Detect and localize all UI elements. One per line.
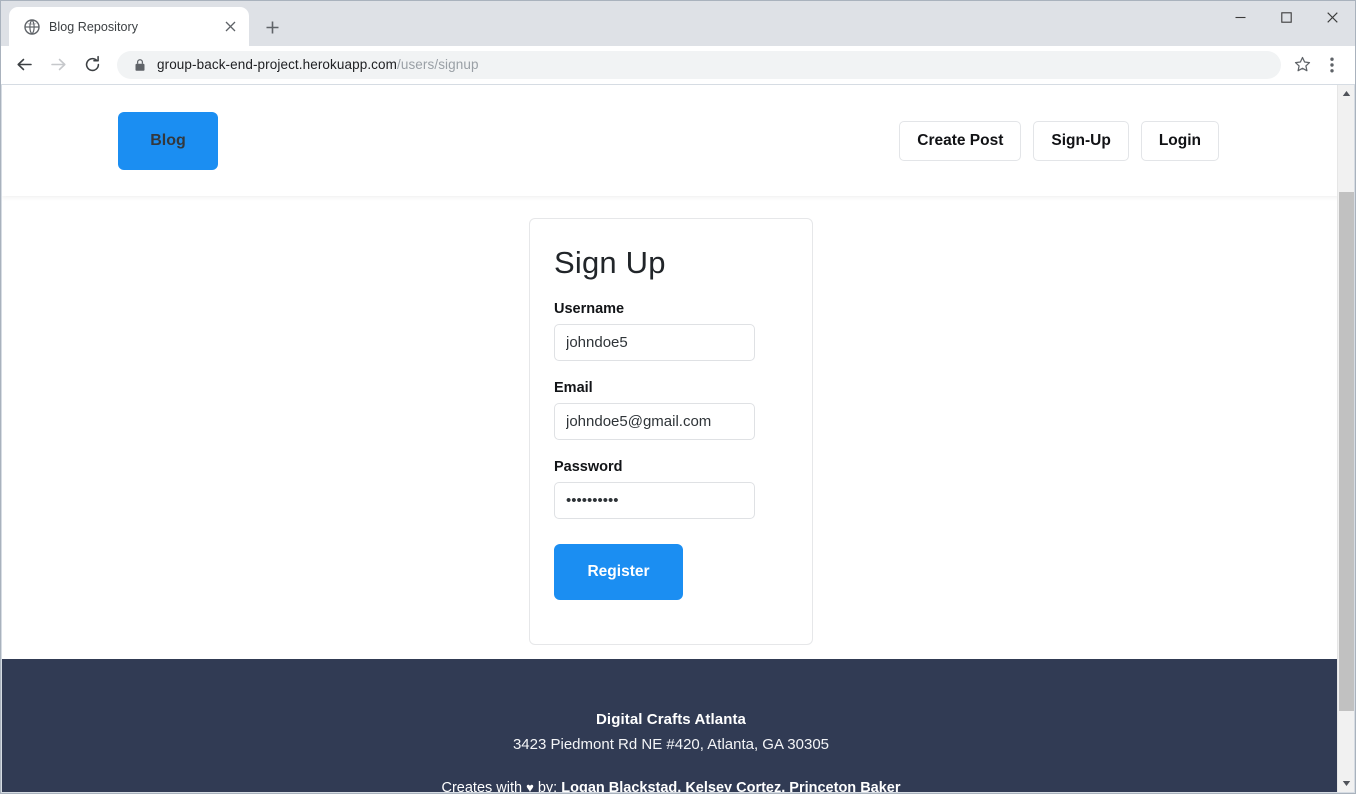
nav-label: Login [1158, 131, 1201, 149]
close-window-button[interactable] [1309, 1, 1355, 34]
lock-icon [131, 58, 149, 72]
username-field-group: Username [554, 301, 788, 361]
heart-icon: ♥ [526, 780, 534, 792]
main-content: Sign Up Username Email Password [2, 196, 1340, 659]
footer-address: 3423 Piedmont Rd NE #420, Atlanta, GA 30… [512, 736, 830, 753]
new-tab-button[interactable] [257, 12, 287, 42]
password-label: Password [554, 458, 623, 475]
window-controls [1217, 1, 1355, 34]
scroll-down-arrow-icon[interactable] [1338, 775, 1354, 792]
minimize-button[interactable] [1217, 1, 1263, 34]
globe-icon [23, 18, 40, 35]
password-field-group: Password [554, 459, 788, 519]
page-viewport: Blog Create Post Sign-Up Login Sign Up U… [2, 85, 1354, 792]
register-button[interactable]: Register [554, 543, 683, 600]
tab-title: Blog Repository [49, 19, 138, 34]
email-field-group: Email [554, 380, 788, 440]
url-text: group-back-end-project.herokuapp.com/use… [149, 57, 1275, 72]
brand-label: Blog [150, 131, 186, 149]
username-input[interactable] [554, 323, 755, 361]
email-label: Email [554, 379, 593, 396]
credits-by: by: [533, 780, 562, 792]
page-content: Blog Create Post Sign-Up Login Sign Up U… [2, 85, 1340, 792]
nav-login-button[interactable]: Login [1140, 120, 1219, 161]
nav-label: Create Post [917, 131, 1004, 149]
back-arrow-icon[interactable] [7, 48, 41, 82]
password-input[interactable] [554, 481, 755, 519]
email-input[interactable] [554, 402, 755, 440]
register-label: Register [587, 562, 650, 580]
scroll-up-arrow-icon[interactable] [1338, 85, 1354, 102]
address-bar[interactable]: group-back-end-project.herokuapp.com/use… [117, 50, 1281, 79]
credits-prefix: Creates with [441, 780, 527, 792]
url-path: /users/signup [396, 57, 479, 72]
site-header: Blog Create Post Sign-Up Login [2, 85, 1340, 196]
footer-credits: Creates with ♥ by: Logan Blackstad, Kels… [2, 780, 1340, 792]
browser-tab[interactable]: Blog Repository [9, 7, 249, 46]
nav-label: Sign-Up [1051, 131, 1111, 149]
forward-arrow-icon [41, 48, 75, 82]
url-domain: group-back-end-project.herokuapp.com [157, 57, 397, 72]
star-icon[interactable] [1287, 50, 1317, 80]
nav-sign-up-button[interactable]: Sign-Up [1033, 120, 1129, 161]
page-title: Sign Up [554, 245, 666, 280]
scrollbar-thumb[interactable] [1339, 192, 1354, 711]
username-label: Username [554, 300, 625, 317]
three-dot-menu-icon[interactable] [1317, 50, 1347, 80]
site-footer: Digital Crafts Atlanta 3423 Piedmont Rd … [2, 659, 1340, 792]
site-nav: Create Post Sign-Up Login [899, 120, 1219, 161]
nav-create-post-button[interactable]: Create Post [899, 120, 1022, 161]
browser-window: Blog Repository group-back-end-project.h… [0, 0, 1356, 794]
brand-blog-button[interactable]: Blog [118, 111, 218, 170]
credits-names: Logan Blackstad, Kelsey Cortez, Princeto… [561, 780, 901, 792]
close-tab-icon[interactable] [221, 18, 239, 36]
vertical-scrollbar[interactable] [1337, 85, 1354, 792]
footer-organization: Digital Crafts Atlanta [596, 711, 746, 728]
maximize-button[interactable] [1263, 1, 1309, 34]
tab-strip: Blog Repository [1, 1, 1355, 46]
browser-toolbar: group-back-end-project.herokuapp.com/use… [1, 46, 1355, 84]
reload-icon[interactable] [75, 48, 109, 82]
signup-card: Sign Up Username Email Password [529, 218, 813, 645]
